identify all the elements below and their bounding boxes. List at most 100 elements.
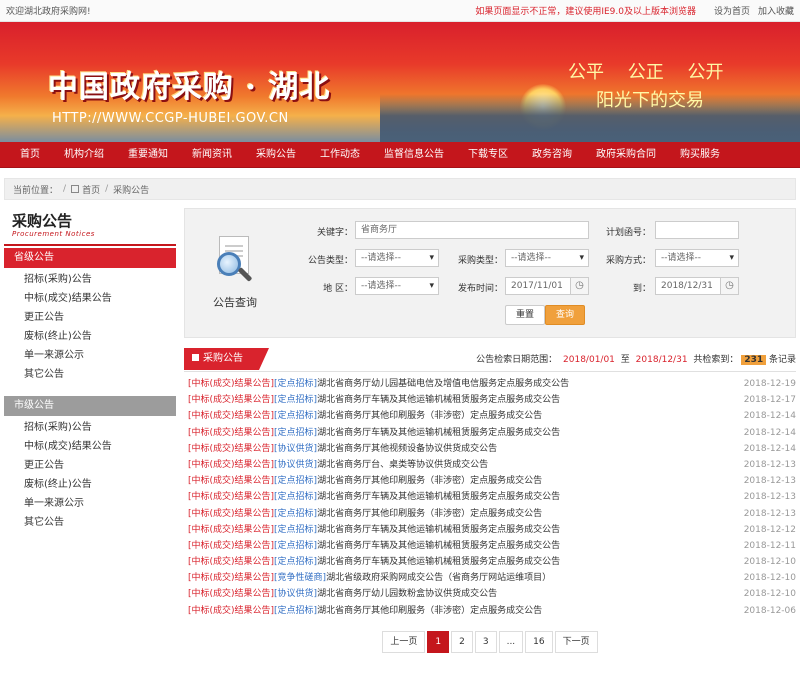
- query-button[interactable]: 查询: [545, 305, 586, 325]
- sidebar-group-provincial[interactable]: 省级公告: [4, 248, 176, 268]
- notice-row[interactable]: [中标(成交)结果公告][定点招标]湖北省商务厅其他印刷服务（非涉密）定点服务成…: [188, 603, 796, 619]
- notice-title: 湖北省商务厅其他视频设备协议供货成交公告: [317, 443, 498, 454]
- sidebar-item-other[interactable]: 其它公告: [24, 365, 176, 384]
- nav-supervision[interactable]: 监督信息公告: [372, 142, 456, 168]
- notice-date: 2018-12-14: [743, 427, 796, 438]
- notice-title-link[interactable]: [中标(成交)结果公告][定点招标]湖北省商务厅其他印刷服务（非涉密）定点服务成…: [188, 506, 736, 522]
- search-illustration: 公告查询: [185, 209, 285, 337]
- notice-method-tag: [定点招标]: [274, 524, 318, 535]
- sidebar-item-correction[interactable]: 更正公告: [24, 308, 176, 327]
- notice-title-link[interactable]: [中标(成交)结果公告][定点招标]湖北省商务厅车辆及其他运输机械租赁服务定点服…: [188, 425, 736, 441]
- page-button[interactable]: 1: [427, 630, 450, 653]
- notice-title: 湖北省商务厅车辆及其他运输机械租赁服务定点服务成交公告: [317, 395, 561, 406]
- plan-no-input[interactable]: [655, 221, 739, 239]
- notice-category-tag: [中标(成交)结果公告]: [188, 492, 275, 503]
- set-home-link[interactable]: 设为首页: [714, 4, 750, 17]
- date-from-input[interactable]: 2017/11/01 ◷: [505, 277, 589, 295]
- purchase-method-label: 采购方式：: [605, 256, 651, 266]
- notice-title-link[interactable]: [中标(成交)结果公告][定点招标]湖北省商务厅其他印刷服务（非涉密）定点服务成…: [188, 603, 736, 619]
- nav-news[interactable]: 新闻资讯: [180, 142, 244, 168]
- sidebar-item-other[interactable]: 其它公告: [24, 513, 176, 532]
- notice-title-link[interactable]: [中标(成交)结果公告][定点招标]湖北省商务厅车辆及其他运输机械租赁服务定点服…: [188, 554, 736, 570]
- nav-services[interactable]: 购买服务: [668, 142, 732, 168]
- sidebar-group-municipal[interactable]: 市级公告: [4, 396, 176, 416]
- found-label: 共检索到：: [693, 355, 739, 365]
- sidebar-item-tender[interactable]: 招标(采购)公告: [24, 270, 176, 289]
- area-select[interactable]: --请选择--: [355, 277, 439, 295]
- sidebar-item-award[interactable]: 中标(成交)结果公告: [24, 289, 176, 308]
- keyword-input[interactable]: 省商务厅: [355, 221, 589, 239]
- notice-row[interactable]: [中标(成交)结果公告][定点招标]湖北省商务厅车辆及其他运输机械租赁服务定点服…: [188, 538, 796, 554]
- notice-title-link[interactable]: [中标(成交)结果公告][定点招标]湖北省商务厅车辆及其他运输机械租赁服务定点服…: [188, 392, 736, 408]
- notice-title-link[interactable]: [中标(成交)结果公告][协议供货]湖北省商务厅幼儿园数粉盒协议供货成交公告: [188, 586, 736, 602]
- breadcrumb-label: 当前位置：: [13, 185, 59, 196]
- notice-title-link[interactable]: [中标(成交)结果公告][定点招标]湖北省商务厅其他印刷服务（非涉密）定点服务成…: [188, 473, 736, 489]
- site-title: 中国政府采购 · 湖北: [48, 70, 331, 105]
- nav-notices[interactable]: 重要通知: [116, 142, 180, 168]
- sidebar-item-award[interactable]: 中标(成交)结果公告: [24, 437, 176, 456]
- notice-title-link[interactable]: [中标(成交)结果公告][协议供货]湖北省商务厅其他视频设备协议供货成交公告: [188, 441, 736, 457]
- sidebar-item-terminated[interactable]: 废标(终止)公告: [24, 327, 176, 346]
- notice-title-link[interactable]: [中标(成交)结果公告][定点招标]湖北省商务厅幼儿园基础电信及增值电信服务定点…: [188, 376, 736, 392]
- notice-title-link[interactable]: [中标(成交)结果公告][定点招标]湖北省商务厅其他印刷服务（非涉密）定点服务成…: [188, 408, 736, 424]
- notice-title: 湖北省商务厅车辆及其他运输机械租赁服务定点服务成交公告: [317, 540, 561, 551]
- notice-row[interactable]: [中标(成交)结果公告][定点招标]湖北省商务厅车辆及其他运输机械租赁服务定点服…: [188, 554, 796, 570]
- notice-row[interactable]: [中标(成交)结果公告][协议供货]湖北省商务厅台、桌类等协议供货成交公告 201…: [188, 457, 796, 473]
- page-button[interactable]: 3: [474, 630, 497, 653]
- notice-row[interactable]: [中标(成交)结果公告][竞争性磋商]湖北省级政府采购网成交公告（省商务厅网站运…: [188, 570, 796, 586]
- sidebar-item-single-source[interactable]: 单一来源公示: [24, 346, 176, 365]
- notice-row[interactable]: [中标(成交)结果公告][定点招标]湖北省商务厅其他印刷服务（非涉密）定点服务成…: [188, 473, 796, 489]
- calendar-icon[interactable]: ◷: [720, 278, 738, 294]
- notice-title: 湖北省商务厅其他印刷服务（非涉密）定点服务成交公告: [317, 605, 543, 616]
- notice-category-tag: [中标(成交)结果公告]: [188, 540, 275, 551]
- sidebar-item-terminated[interactable]: 废标(终止)公告: [24, 475, 176, 494]
- notice-category-tag: [中标(成交)结果公告]: [188, 605, 275, 616]
- notice-method-tag: [定点招标]: [274, 411, 318, 422]
- sidebar-list-municipal: 招标(采购)公告 中标(成交)结果公告 更正公告 废标(终止)公告 单一来源公示…: [4, 416, 176, 532]
- notice-title-link[interactable]: [中标(成交)结果公告][竞争性磋商]湖北省级政府采购网成交公告（省商务厅网站运…: [188, 570, 736, 586]
- nav-work-updates[interactable]: 工作动态: [308, 142, 372, 168]
- notice-row[interactable]: [中标(成交)结果公告][定点招标]湖北省商务厅车辆及其他运输机械租赁服务定点服…: [188, 425, 796, 441]
- notice-title: 湖北省商务厅台、桌类等协议供货成交公告: [317, 459, 489, 470]
- notice-row[interactable]: [中标(成交)结果公告][定点招标]湖北省商务厅其他印刷服务（非涉密）定点服务成…: [188, 506, 796, 522]
- calendar-icon[interactable]: ◷: [570, 278, 588, 294]
- page-button[interactable]: 16: [525, 630, 553, 653]
- notice-title: 湖北省商务厅其他印刷服务（非涉密）定点服务成交公告: [317, 411, 543, 422]
- notice-row[interactable]: [中标(成交)结果公告][协议供货]湖北省商务厅其他视频设备协议供货成交公告 20…: [188, 441, 796, 457]
- reset-button[interactable]: 重置: [505, 305, 546, 325]
- next-page-button[interactable]: 下一页: [554, 630, 598, 653]
- bookmark-link[interactable]: 加入收藏: [758, 4, 794, 17]
- nav-downloads[interactable]: 下载专区: [456, 142, 520, 168]
- tab-procurement-notices[interactable]: 采购公告: [184, 347, 269, 370]
- notice-type-select[interactable]: --请选择--: [355, 249, 439, 267]
- sidebar-item-correction[interactable]: 更正公告: [24, 456, 176, 475]
- nav-contracts[interactable]: 政府采购合同: [584, 142, 668, 168]
- sidebar-item-single-source[interactable]: 单一来源公示: [24, 494, 176, 513]
- page-button[interactable]: 2: [451, 630, 473, 653]
- sidebar-title: 采购公告 Procurement Notices: [4, 208, 176, 246]
- purchase-type-select[interactable]: --请选择--: [505, 249, 589, 267]
- date-to-input[interactable]: 2018/12/31 ◷: [655, 277, 739, 295]
- notice-row[interactable]: [中标(成交)结果公告][定点招标]湖北省商务厅车辆及其他运输机械租赁服务定点服…: [188, 489, 796, 505]
- notice-title-link[interactable]: [中标(成交)结果公告][定点招标]湖北省商务厅车辆及其他运输机械租赁服务定点服…: [188, 522, 736, 538]
- notice-title-link[interactable]: [中标(成交)结果公告][协议供货]湖北省商务厅台、桌类等协议供货成交公告: [188, 457, 736, 473]
- sidebar-item-tender[interactable]: 招标(采购)公告: [24, 418, 176, 437]
- notice-row[interactable]: [中标(成交)结果公告][定点招标]湖北省商务厅其他印刷服务（非涉密）定点服务成…: [188, 408, 796, 424]
- nav-procurement[interactable]: 采购公告: [244, 142, 308, 168]
- purchase-method-select[interactable]: --请选择--: [655, 249, 739, 267]
- notice-category-tag: [中标(成交)结果公告]: [188, 395, 275, 406]
- document-search-icon: [213, 236, 257, 290]
- notice-row[interactable]: [中标(成交)结果公告][协议供货]湖北省商务厅幼儿园数粉盒协议供货成交公告 20…: [188, 586, 796, 602]
- notice-method-tag: [定点招标]: [274, 605, 318, 616]
- notice-row[interactable]: [中标(成交)结果公告][定点招标]湖北省商务厅车辆及其他运输机械租赁服务定点服…: [188, 392, 796, 408]
- notice-title-link[interactable]: [中标(成交)结果公告][定点招标]湖北省商务厅车辆及其他运输机械租赁服务定点服…: [188, 538, 736, 554]
- notice-row[interactable]: [中标(成交)结果公告][定点招标]湖北省商务厅车辆及其他运输机械租赁服务定点服…: [188, 522, 796, 538]
- nav-consult[interactable]: 政务咨询: [520, 142, 584, 168]
- nav-about[interactable]: 机构介绍: [52, 142, 116, 168]
- notice-row[interactable]: [中标(成交)结果公告][定点招标]湖北省商务厅幼儿园基础电信及增值电信服务定点…: [188, 376, 796, 392]
- notice-title-link[interactable]: [中标(成交)结果公告][定点招标]湖北省商务厅车辆及其他运输机械租赁服务定点服…: [188, 489, 736, 505]
- range-to: 2018/12/31: [635, 355, 688, 365]
- nav-home[interactable]: 首页: [8, 142, 52, 168]
- breadcrumb-home[interactable]: 首页: [82, 183, 100, 196]
- prev-page-button[interactable]: 上一页: [382, 630, 426, 653]
